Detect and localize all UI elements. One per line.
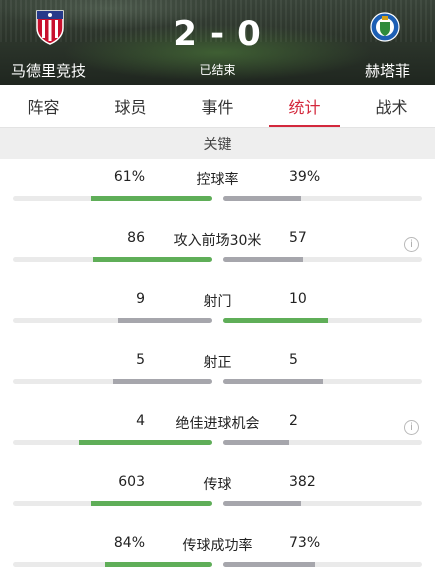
home-bar-fill — [112, 379, 212, 384]
home-bar-fill — [78, 440, 212, 445]
away-value: 57 — [289, 230, 307, 246]
home-bar-track — [13, 318, 212, 323]
home-bar-fill — [90, 501, 212, 506]
away-bar-fill — [223, 440, 289, 445]
home-bar-track — [13, 562, 212, 567]
away-bar-track — [223, 196, 422, 201]
home-bar-fill — [118, 318, 212, 323]
stat-row: 4 绝佳进球机会 2 i — [0, 403, 435, 464]
tab-stats[interactable]: 统计 — [261, 85, 348, 127]
away-score: 0 — [237, 14, 262, 54]
away-bar-track — [223, 318, 422, 323]
tab-bar: 阵容 球员 事件 统计 战术 — [0, 85, 435, 128]
home-bar-track — [13, 501, 212, 506]
away-bar-fill — [223, 257, 303, 262]
away-value: 10 — [289, 291, 307, 307]
home-bar-fill — [92, 257, 212, 262]
stat-label: 传球 — [203, 477, 232, 493]
stat-label: 绝佳进球机会 — [175, 416, 260, 432]
stat-row: 603 传球 382 — [0, 464, 435, 525]
away-value: 2 — [289, 413, 298, 429]
info-icon[interactable]: i — [404, 237, 419, 252]
away-bar-track — [223, 562, 422, 567]
stat-row: 5 射正 5 — [0, 342, 435, 403]
tab-tactics[interactable]: 战术 — [348, 85, 435, 127]
score-separator: - — [209, 14, 226, 54]
home-score: 2 — [173, 14, 198, 54]
away-value: 39% — [289, 169, 321, 185]
away-bar-track — [223, 440, 422, 445]
stat-row: 84% 传球成功率 73% — [0, 525, 435, 586]
stat-row: 9 射门 10 — [0, 281, 435, 342]
scoreline: 2-0 — [0, 14, 435, 54]
away-bar-track — [223, 501, 422, 506]
stats-list: 61% 控球率 39% 86 攻入前场30米 57 i 9 射门 10 5 射正… — [0, 159, 435, 586]
stat-label: 射正 — [203, 355, 232, 371]
away-value: 382 — [289, 474, 316, 490]
stat-row: 61% 控球率 39% — [0, 159, 435, 220]
away-value: 73% — [289, 535, 321, 551]
section-header: 关键 — [0, 128, 435, 159]
home-bar-fill — [104, 562, 212, 567]
tab-players[interactable]: 球员 — [87, 85, 174, 127]
match-header: 马德里竞技 赫塔菲 2-0 已结束 — [0, 0, 435, 85]
away-bar-fill — [223, 196, 301, 201]
tab-events[interactable]: 事件 — [174, 85, 261, 127]
away-value: 5 — [289, 352, 298, 368]
info-icon[interactable]: i — [404, 420, 419, 435]
home-bar-track — [13, 379, 212, 384]
away-bar-fill — [223, 501, 301, 506]
home-bar-track — [13, 440, 212, 445]
home-bar-track — [13, 257, 212, 262]
away-bar-track — [223, 257, 422, 262]
away-bar-fill — [223, 318, 329, 323]
away-bar-fill — [223, 379, 323, 384]
stat-label: 控球率 — [196, 172, 239, 188]
stat-label: 攻入前场30米 — [173, 233, 262, 249]
home-bar-track — [13, 196, 212, 201]
stat-label: 传球成功率 — [182, 538, 253, 554]
stat-label: 射门 — [203, 294, 232, 310]
away-bar-track — [223, 379, 422, 384]
stat-row: 86 攻入前场30米 57 i — [0, 220, 435, 281]
home-bar-fill — [90, 196, 212, 201]
match-status: 已结束 — [199, 63, 236, 77]
tab-lineup[interactable]: 阵容 — [0, 85, 87, 127]
away-bar-fill — [223, 562, 315, 567]
